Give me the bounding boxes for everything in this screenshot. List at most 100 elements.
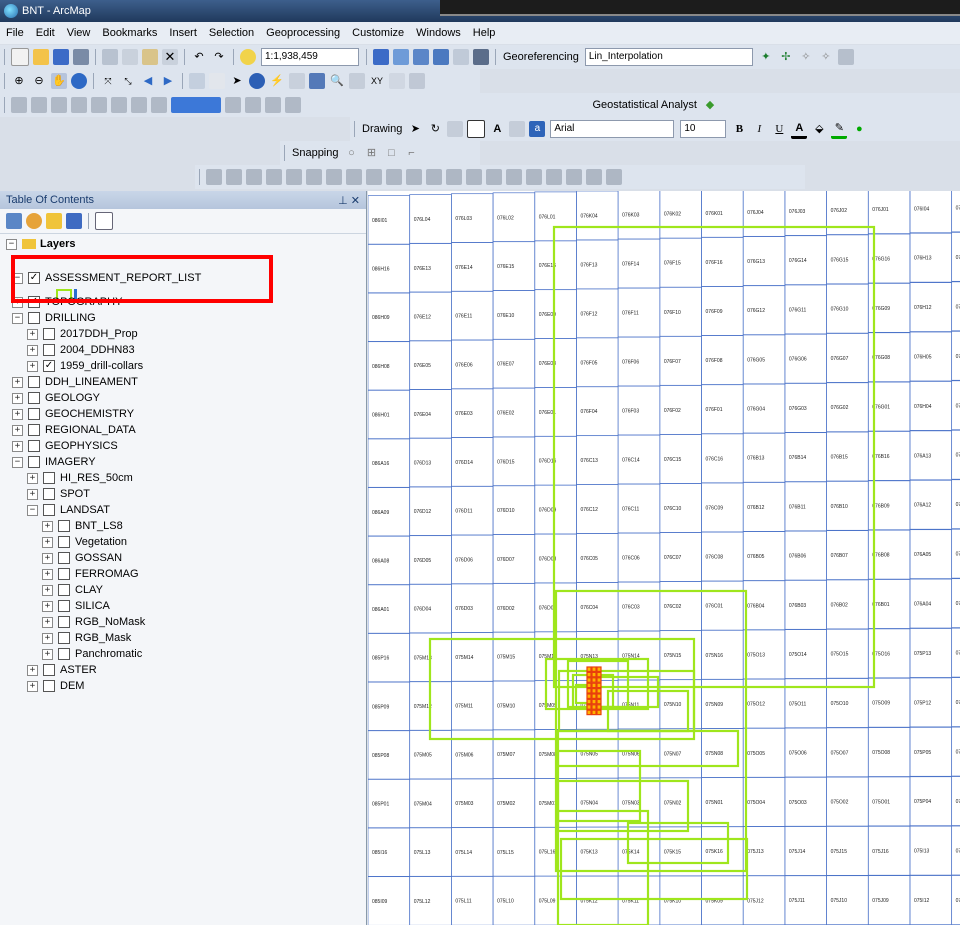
layer-item[interactable]: + FERROMAG (42, 566, 139, 582)
georeferencing-menu[interactable]: Georeferencing (503, 51, 579, 63)
layer-visibility-checkbox[interactable] (58, 520, 70, 532)
expand-icon[interactable]: + (12, 424, 23, 436)
vertex-snap-icon[interactable]: □ (384, 145, 400, 161)
list-by-visibility-icon[interactable] (46, 213, 62, 229)
rotate-element-icon[interactable]: ↻ (427, 121, 443, 137)
expand-icon[interactable]: + (27, 664, 38, 676)
layer-item[interactable]: + CLAY (42, 582, 103, 598)
layer-visibility-checkbox[interactable] (43, 504, 55, 516)
layer-visibility-checkbox[interactable] (43, 664, 55, 676)
layer-visibility-checkbox[interactable] (43, 680, 55, 692)
select-features-icon[interactable] (189, 73, 205, 89)
layer-item[interactable]: + ASTER (27, 662, 97, 678)
expand-icon[interactable]: + (42, 632, 53, 644)
measure-icon[interactable] (309, 73, 325, 89)
expand-icon[interactable]: + (42, 600, 53, 612)
menu-item-customize[interactable]: Customize (346, 27, 410, 39)
toc-pin-close-icon[interactable]: ⊥ ✕ (338, 194, 360, 207)
expand-icon[interactable]: + (12, 440, 23, 452)
list-by-source-icon[interactable] (26, 213, 42, 229)
select-elements-draw-icon[interactable]: ➤ (407, 121, 423, 137)
expand-icon[interactable]: + (42, 584, 53, 596)
add-data-icon[interactable] (240, 49, 256, 65)
new-document-icon[interactable] (11, 48, 29, 66)
layer-item[interactable]: + BNT_LS8 (42, 518, 123, 534)
bold-button[interactable]: B (731, 121, 747, 137)
expand-icon[interactable]: + (42, 520, 53, 532)
go-to-xy-icon[interactable]: XY (369, 73, 385, 89)
expand-icon[interactable]: + (27, 344, 38, 356)
expand-icon[interactable]: + (42, 536, 53, 548)
menu-item-edit[interactable]: Edit (30, 27, 61, 39)
italic-button[interactable]: I (751, 121, 767, 137)
editor-toolbar-icon[interactable] (373, 49, 389, 65)
layer-visibility-checkbox[interactable] (58, 648, 70, 660)
find-route-icon[interactable] (349, 73, 365, 89)
layer-visibility-checkbox[interactable] (28, 408, 40, 420)
undo-icon[interactable]: ↶ (191, 49, 207, 65)
layer-item[interactable]: + Vegetation (42, 534, 127, 550)
font-name-combo[interactable]: Arial (550, 120, 675, 138)
geostat-wizard-icon[interactable]: ◆ (702, 97, 718, 113)
edit-vertices-icon[interactable] (509, 121, 526, 137)
layer-visibility-checkbox[interactable] (58, 552, 70, 564)
geostatistical-analyst-menu[interactable]: Geostatistical Analyst (592, 99, 697, 111)
add-control-points-icon[interactable]: ✢ (778, 49, 794, 65)
back-icon[interactable]: ◀ (140, 73, 156, 89)
collapse-icon[interactable]: − (27, 504, 38, 516)
expand-icon[interactable]: + (42, 648, 53, 660)
layer-visibility-checkbox[interactable] (28, 456, 40, 468)
time-slider-icon[interactable] (389, 73, 405, 89)
menu-item-insert[interactable]: Insert (163, 27, 203, 39)
paste-icon[interactable] (142, 49, 158, 65)
menu-item-windows[interactable]: Windows (410, 27, 467, 39)
layer-item[interactable]: + ✓ 1959_drill-collars (27, 358, 143, 374)
layer-item[interactable]: + RGB_Mask (42, 630, 131, 646)
layer-item[interactable]: + REGIONAL_DATA (12, 422, 136, 438)
marker-color-icon[interactable]: ● (851, 121, 867, 137)
layer-visibility-checkbox[interactable] (58, 616, 70, 628)
options-icon[interactable] (95, 212, 113, 230)
layer-visibility-checkbox[interactable] (28, 312, 40, 324)
select-elements-icon[interactable]: ➤ (229, 73, 245, 89)
layer-item[interactable]: + GEOLOGY (12, 390, 100, 406)
collapse-icon[interactable]: − (12, 312, 23, 324)
zoom-in-icon[interactable]: ⊕ (11, 73, 27, 89)
layer-item[interactable]: + HI_RES_50cm (27, 470, 133, 486)
expand-icon[interactable]: + (12, 392, 23, 404)
full-extent-icon[interactable] (71, 73, 87, 89)
link-table-view-icon[interactable] (837, 49, 854, 65)
layer-item[interactable]: + DDH_LINEAMENT (12, 374, 138, 390)
save-icon[interactable] (53, 49, 69, 65)
georef-layer-combo[interactable]: Lin_Interpolation (584, 48, 753, 66)
point-snap-icon[interactable]: ○ (344, 145, 360, 161)
fixed-zoom-out-icon[interactable]: ⤡ (120, 73, 136, 89)
clear-selection-icon[interactable] (209, 73, 225, 89)
layer-visibility-checkbox[interactable] (58, 632, 70, 644)
edge-snap-icon[interactable]: ⌐ (404, 145, 420, 161)
zoom-out-icon[interactable]: ⊖ (31, 73, 47, 89)
layer-visibility-checkbox[interactable] (28, 440, 40, 452)
identify-icon[interactable] (249, 73, 265, 89)
redo-icon[interactable]: ↷ (211, 49, 227, 65)
expand-icon[interactable]: + (42, 552, 53, 564)
link-table-icon[interactable]: ✧ (798, 49, 814, 65)
layer-item[interactable]: − DRILLING (12, 310, 96, 326)
map-view[interactable]: 086I01 076L04 076L03 076L02 076L01 076K04 076K… (368, 191, 960, 925)
layer-visibility-checkbox[interactable] (28, 392, 40, 404)
layer-item[interactable]: +2017DDH_Prop (27, 326, 138, 342)
copy-icon[interactable] (122, 49, 138, 65)
menu-item-bookmarks[interactable]: Bookmarks (96, 27, 163, 39)
expand-icon[interactable]: + (12, 408, 23, 420)
collapse-icon[interactable]: − (12, 456, 23, 468)
layer-item[interactable]: + GEOCHEMISTRY (12, 406, 134, 422)
font-size-combo[interactable]: 10 (680, 120, 727, 138)
expand-icon[interactable]: + (27, 680, 38, 692)
font-color-icon[interactable]: A (791, 120, 808, 139)
layer-visibility-checkbox[interactable]: ✓ (43, 360, 55, 372)
layer-item[interactable]: +2004_DDHN83 (27, 342, 135, 358)
open-folder-icon[interactable] (33, 49, 49, 65)
layer-visibility-checkbox[interactable] (58, 536, 70, 548)
menu-item-selection[interactable]: Selection (203, 27, 260, 39)
layer-item[interactable]: − IMAGERY (12, 454, 96, 470)
